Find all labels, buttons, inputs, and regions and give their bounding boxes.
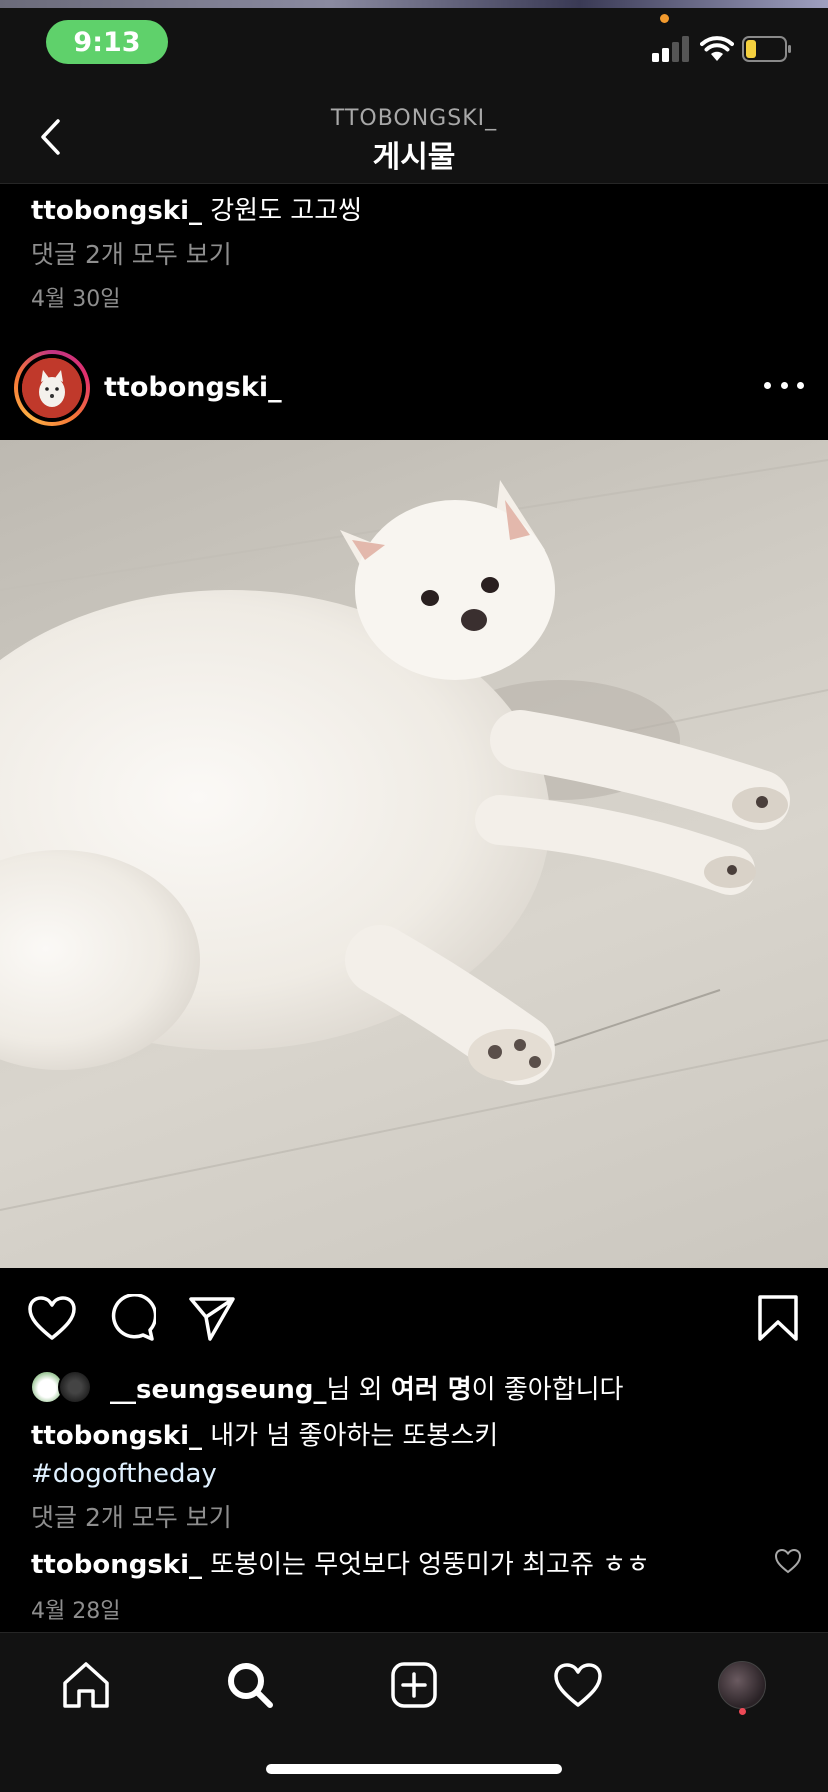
header-account-name: TTOBONGSKI_: [330, 106, 498, 131]
previous-post-caption: ttobongski_ 강원도 고고씽: [31, 190, 362, 227]
tab-search[interactable]: [218, 1653, 282, 1717]
comment-username[interactable]: ttobongski_: [31, 1550, 202, 1580]
search-icon: [228, 1663, 273, 1708]
post-username[interactable]: ttobongski_: [104, 372, 282, 403]
comment-button[interactable]: [106, 1292, 158, 1344]
share-icon: [189, 1297, 235, 1341]
heart-icon: [28, 1296, 76, 1340]
more-dot: [780, 381, 788, 389]
comment-icon: [111, 1294, 156, 1341]
view-all-comments-link[interactable]: 댓글 2개 모두 보기: [31, 1498, 232, 1534]
likes-text: __seungseung_님 외 여러 명이 좋아합니다: [110, 1369, 623, 1406]
post-caption: ttobongski_ 내가 넘 좋아하는 또봉스키 #dogoftheday: [31, 1417, 801, 1493]
post-image[interactable]: [0, 440, 828, 1268]
liker-username[interactable]: __seungseung_: [110, 1375, 326, 1405]
tab-activity[interactable]: [546, 1653, 610, 1717]
avatar: [58, 1370, 92, 1404]
post-actions: [0, 1268, 828, 1368]
page-title: 게시물: [372, 140, 456, 175]
cellular-signal-icon: [652, 36, 689, 62]
comment: ttobongski_ 또봉이는 무엇보다 엉뚱미가 최고쥬 ㅎㅎ: [31, 1544, 801, 1581]
comment-heart-icon[interactable]: [774, 1548, 802, 1574]
post-date: 4월 28일: [31, 1599, 121, 1624]
caption-text: 강원도 고고씽: [210, 196, 363, 226]
save-button[interactable]: [752, 1292, 804, 1344]
new-post-icon: [391, 1662, 437, 1708]
tab-home[interactable]: [54, 1653, 118, 1717]
tab-new-post[interactable]: [382, 1653, 446, 1717]
avatar-border: [18, 354, 86, 422]
likes-others-link[interactable]: 여러 명: [391, 1375, 472, 1405]
caption-username[interactable]: ttobongski_: [31, 1421, 202, 1451]
status-bar: 9:13: [0, 0, 828, 90]
background-strip: [0, 0, 828, 8]
story-ring[interactable]: [14, 350, 90, 426]
recording-indicator: [660, 14, 669, 23]
avatar: [22, 358, 82, 418]
liker-avatars: [30, 1369, 100, 1405]
likes-summary[interactable]: __seungseung_님 외 여러 명이 좋아합니다: [30, 1368, 623, 1406]
like-button[interactable]: [26, 1292, 78, 1344]
likes-text-part: 님 외: [326, 1374, 391, 1405]
wifi-icon: [700, 36, 734, 61]
caption-text: 내가 넘 좋아하는 또봉스키: [210, 1421, 499, 1451]
view-all-comments-link[interactable]: 댓글 2개 모두 보기: [31, 235, 232, 271]
more-options-button[interactable]: [764, 370, 804, 400]
bookmark-icon: [758, 1295, 798, 1341]
activity-heart-icon: [554, 1663, 602, 1707]
more-horizontal-icon: [764, 381, 771, 389]
status-time[interactable]: 9:13: [46, 20, 168, 64]
likes-text-part: 이 좋아합니다: [471, 1374, 624, 1405]
dog-photo: [0, 459, 828, 1211]
battery-icon: [742, 36, 791, 62]
hashtag-link[interactable]: #dogoftheday: [31, 1459, 217, 1489]
home-indicator[interactable]: [266, 1764, 562, 1774]
more-dot: [797, 381, 804, 389]
profile-avatar: [718, 1661, 766, 1709]
home-icon: [63, 1662, 109, 1708]
dog-avatar-icon: [22, 358, 82, 418]
nav-header: TTOBONGSKI_ 게시물: [0, 90, 828, 184]
comment-text: 또봉이는 무엇보다 엉뚱미가 최고쥬 ㅎㅎ: [210, 1550, 650, 1580]
post-date: 4월 30일: [31, 287, 121, 312]
share-button[interactable]: [186, 1292, 238, 1344]
post-header: ttobongski_: [0, 346, 828, 434]
caption-username[interactable]: ttobongski_: [31, 196, 202, 226]
notification-dot: [739, 1708, 746, 1715]
